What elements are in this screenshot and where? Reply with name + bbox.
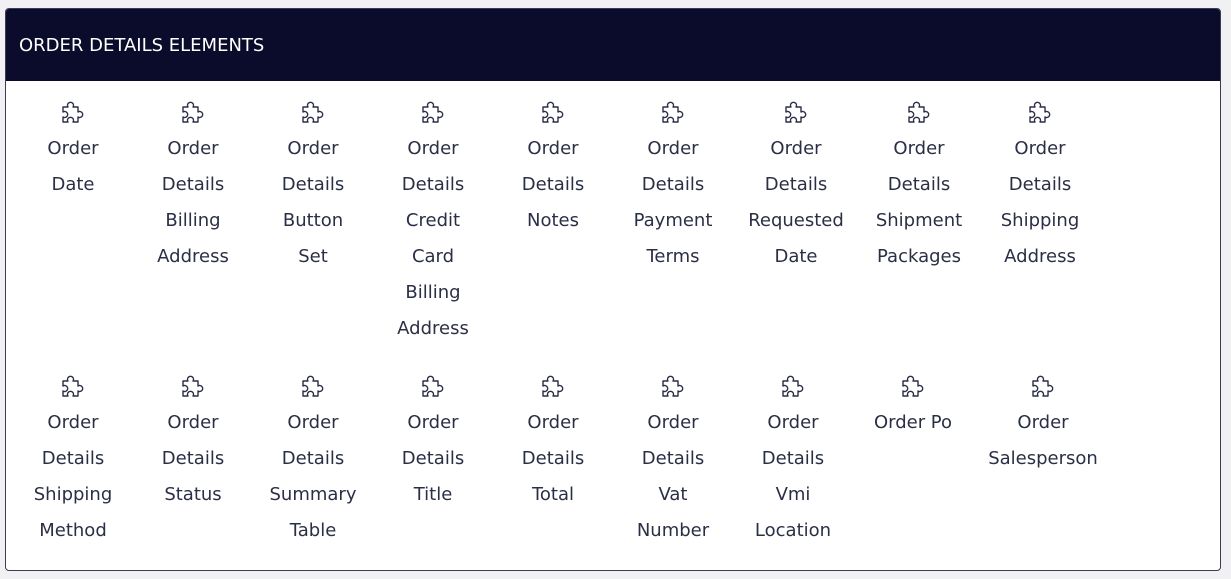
- puzzle-piece-icon: [296, 95, 330, 129]
- widget-label: Order Details Requested Date: [748, 138, 844, 267]
- puzzle-piece-icon: [56, 95, 90, 129]
- puzzle-piece-icon: [779, 95, 813, 129]
- widget-label: Order Details Status: [161, 412, 225, 505]
- widget-tile[interactable]: Order Details Billing Address: [133, 95, 253, 275]
- widget-label: Order Details Notes: [521, 138, 585, 231]
- puzzle-piece-icon: [776, 369, 810, 403]
- widget-label: Order Details Shipping Address: [1000, 138, 1080, 267]
- widget-tile[interactable]: Order Date: [13, 95, 133, 203]
- widget-tile[interactable]: Order Salesperson: [983, 369, 1103, 477]
- puzzle-piece-icon: [56, 369, 90, 403]
- widget-label: Order Details Title: [401, 412, 465, 505]
- puzzle-piece-icon: [296, 369, 330, 403]
- puzzle-piece-icon: [536, 369, 570, 403]
- widget-label: Order Details Shipment Packages: [875, 138, 963, 267]
- puzzle-piece-icon: [416, 95, 450, 129]
- widget-tile[interactable]: Order Po: [853, 369, 973, 441]
- puzzle-piece-icon: [416, 369, 450, 403]
- widget-label: Order Details Vmi Location: [754, 412, 832, 541]
- puzzle-piece-icon: [656, 95, 690, 129]
- puzzle-piece-icon: [176, 369, 210, 403]
- widget-tile[interactable]: Order Details Shipping Address: [980, 95, 1100, 275]
- widget-tile[interactable]: Order Details Shipment Packages: [859, 95, 979, 275]
- panel-title: ORDER DETAILS ELEMENTS: [19, 34, 265, 56]
- widget-tile[interactable]: Order Details Vmi Location: [733, 369, 853, 549]
- widget-label: Order Details Billing Address: [157, 138, 229, 267]
- widget-label: Order Details Credit Card Billing Addres…: [397, 138, 469, 339]
- widget-label: Order Details Button Set: [281, 138, 345, 267]
- puzzle-piece-icon: [1023, 95, 1057, 129]
- puzzle-piece-icon: [1026, 369, 1060, 403]
- widget-label: Order Details Shipping Method: [33, 412, 113, 541]
- widget-tile[interactable]: Order Details Notes: [493, 95, 613, 239]
- widget-label: Order Details Payment Terms: [633, 138, 713, 267]
- widget-tile[interactable]: Order Details Title: [373, 369, 493, 513]
- puzzle-piece-icon: [902, 95, 936, 129]
- widget-tile[interactable]: Order Details Credit Card Billing Addres…: [373, 95, 493, 347]
- widget-tile[interactable]: Order Details Vat Number: [613, 369, 733, 549]
- widget-label: Order Salesperson: [988, 412, 1098, 469]
- widget-tile[interactable]: Order Details Status: [133, 369, 253, 513]
- widget-tile[interactable]: Order Details Payment Terms: [613, 95, 733, 275]
- widget-tile[interactable]: Order Details Summary Table: [253, 369, 373, 549]
- puzzle-piece-icon: [656, 369, 690, 403]
- widget-label: Order Details Vat Number: [636, 412, 710, 541]
- puzzle-piece-icon: [176, 95, 210, 129]
- panel-header: ORDER DETAILS ELEMENTS: [6, 9, 1220, 81]
- widget-tile[interactable]: Order Details Shipping Method: [13, 369, 133, 549]
- widget-tile[interactable]: Order Details Button Set: [253, 95, 373, 275]
- puzzle-piece-icon: [896, 369, 930, 403]
- widget-label: Order Details Summary Table: [269, 412, 357, 541]
- widget-label: Order Date: [47, 138, 99, 195]
- widget-label: Order Details Total: [521, 412, 585, 505]
- widget-label: Order Po: [873, 412, 953, 433]
- widget-tile[interactable]: Order Details Total: [493, 369, 613, 513]
- widget-tile[interactable]: Order Details Requested Date: [736, 95, 856, 275]
- puzzle-piece-icon: [536, 95, 570, 129]
- order-details-elements-panel: ORDER DETAILS ELEMENTS Order Date Order D…: [5, 8, 1221, 571]
